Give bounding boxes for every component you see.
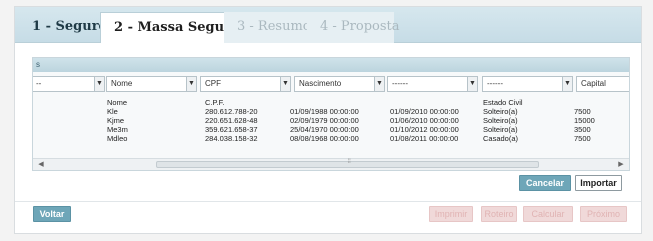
column-select-cpf[interactable]: CPF ▼ [200, 76, 291, 92]
cell-estado-civil: Estado Civil [483, 98, 523, 107]
table-row: Kle 280.612.788-20 01/09/1988 00:00:00 0… [33, 107, 629, 116]
chevron-down-icon[interactable]: ▼ [562, 77, 572, 91]
table-row: Nome C.P.F. Estado Civil [33, 98, 629, 107]
cell-capital: 3500 [574, 125, 591, 134]
column-select-nascimento[interactable]: Nascimento ▼ [294, 76, 385, 92]
arrow-left-icon[interactable]: ◀ [35, 159, 47, 170]
cell-data: 01/06/2010 00:00:00 [390, 116, 459, 125]
cancel-button[interactable]: Cancelar [519, 175, 571, 191]
cell-cpf: 220.651.628-48 [205, 116, 258, 125]
chevron-down-icon[interactable]: ▼ [280, 77, 290, 91]
cell-estado-civil: Solteiro(a) [483, 107, 518, 116]
tab-proposta[interactable]: 4 - Proposta [307, 12, 400, 43]
calculate-button[interactable]: Calcular [523, 206, 573, 222]
column-select-label: CPF [205, 79, 221, 88]
column-select-label: Nascimento [299, 79, 342, 88]
grip-icon: ⁞⁞ [347, 159, 351, 165]
grid-title: s [36, 60, 40, 69]
arrow-right-icon[interactable]: ▶ [615, 159, 627, 170]
cell-cpf: 284.038.158-32 [205, 134, 258, 143]
column-select-label: -- [36, 79, 42, 88]
column-headers: -- ▼ Nome ▼ CPF ▼ Nascimento ▼ ------ ▼ … [33, 76, 629, 94]
cell-nascimento: 02/09/1979 00:00:00 [290, 116, 359, 125]
cell-nome: Kjme [107, 116, 125, 125]
cell-nascimento: 01/09/1988 00:00:00 [290, 107, 359, 116]
script-button[interactable]: Roteiro [481, 206, 517, 222]
grid-rows: Nome C.P.F. Estado Civil Kle 280.612.788… [33, 98, 629, 143]
print-button[interactable]: Imprimir [429, 206, 473, 222]
chevron-down-icon[interactable]: ▼ [94, 77, 104, 91]
chevron-down-icon[interactable]: ▼ [374, 77, 384, 91]
wizard-panel: 1 - Seguro 2 - Massa Segurada 3 - Resumo… [14, 6, 642, 234]
column-select-label: ------ [487, 79, 503, 88]
cell-data: 01/10/2012 00:00:00 [390, 125, 459, 134]
column-select-label: Nome [111, 79, 133, 88]
table-row: Me3m 359.621.658-37 25/04/1970 00:00:00 … [33, 125, 629, 134]
table-row: Mdleo 284.038.158-32 08/08/1968 00:00:00… [33, 134, 629, 143]
scrollbar-thumb[interactable]: ⁞⁞ [156, 159, 539, 168]
column-select-capital[interactable]: Capital [576, 76, 629, 92]
cell-cpf: 359.621.658-37 [205, 125, 258, 134]
chevron-down-icon[interactable]: ▼ [467, 77, 477, 91]
chevron-down-icon[interactable]: ▼ [186, 77, 196, 91]
cell-nome: Mdleo [107, 134, 128, 143]
cell-cpf: 280.612.788-20 [205, 107, 258, 116]
cell-data: 01/08/2011 00:00:00 [390, 134, 459, 143]
cell-capital: 7500 [574, 107, 591, 116]
cell-nome: Nome [107, 98, 128, 107]
grid-title-strip: s [33, 58, 629, 72]
column-select-unassigned-1[interactable]: ------ ▼ [387, 76, 478, 92]
cell-data: 01/09/2010 00:00:00 [390, 107, 459, 116]
cell-nascimento: 25/04/1970 00:00:00 [290, 125, 359, 134]
cell-cpf: C.P.F. [205, 98, 225, 107]
import-grid: s -- ▼ Nome ▼ CPF ▼ Nascimento ▼ ------ … [32, 57, 630, 171]
column-select-unassigned-2[interactable]: ------ ▼ [482, 76, 573, 92]
horizontal-scrollbar[interactable]: ◀ ⁞⁞ ▶ [33, 158, 629, 170]
column-select-label: ------ [392, 79, 408, 88]
cell-nome: Kle [107, 107, 118, 116]
cell-estado-civil: Casado(a) [483, 134, 519, 143]
tab-bar: 1 - Seguro 2 - Massa Segurada 3 - Resumo… [15, 7, 641, 43]
back-button[interactable]: Voltar [33, 206, 71, 222]
column-select-nome[interactable]: Nome ▼ [106, 76, 197, 92]
cell-nascimento: 08/08/1968 00:00:00 [290, 134, 359, 143]
next-button[interactable]: Próximo [580, 206, 627, 222]
column-select-first[interactable]: -- ▼ [33, 76, 105, 92]
divider [15, 201, 641, 202]
column-select-label: Capital [581, 79, 606, 88]
cell-estado-civil: Solteiro(a) [483, 116, 518, 125]
cell-capital: 15000 [574, 116, 595, 125]
cell-nome: Me3m [107, 125, 128, 134]
import-button[interactable]: Importar [575, 175, 622, 191]
table-row: Kjme 220.651.628-48 02/09/1979 00:00:00 … [33, 116, 629, 125]
cell-capital: 7500 [574, 134, 591, 143]
cell-estado-civil: Solteiro(a) [483, 125, 518, 134]
